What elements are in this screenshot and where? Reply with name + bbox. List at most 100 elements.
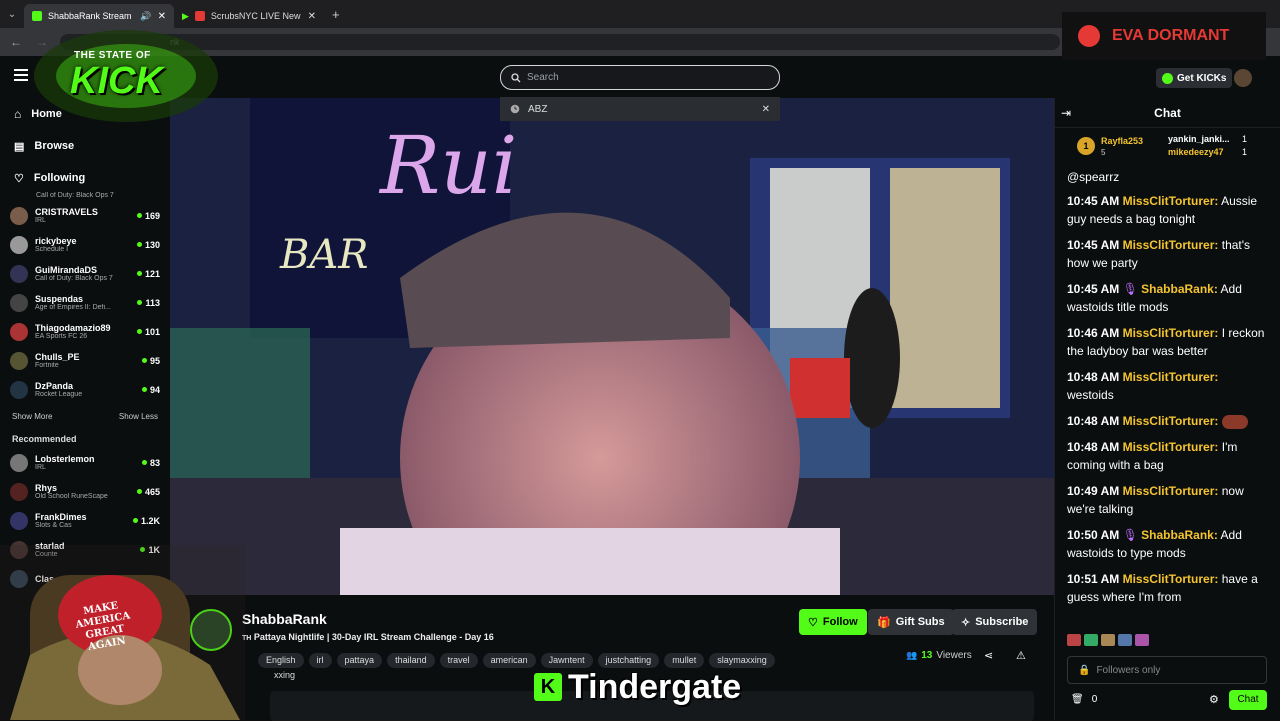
tab-label: ScrubsNYC LIVE New York C (210, 11, 302, 21)
get-kicks-button[interactable]: Get KICKs (1156, 68, 1233, 88)
channel-item[interactable]: DzPanda Rocket League 94 (0, 375, 170, 404)
state-of-kick-logo: THE STATE OF KICK (30, 22, 222, 124)
play-icon: ▶ (182, 10, 189, 21)
stream-tag[interactable]: English (258, 653, 304, 668)
channel-item[interactable]: rickybeye Schedule I 130 (0, 230, 170, 259)
message-username[interactable]: MissClitTorturer (1123, 238, 1215, 252)
message-colon: : (1214, 194, 1219, 208)
message-username[interactable]: ShabbaRank (1141, 282, 1214, 296)
points-value: 0 (1091, 694, 1098, 705)
emote-icon[interactable] (1118, 634, 1132, 646)
live-dot-icon (141, 358, 147, 363)
stream-title: Pattaya Nightlife | 30-Day IRL Stream Ch… (253, 632, 494, 642)
stream-tag[interactable]: irl (308, 653, 332, 668)
stream-tag[interactable]: justchatting (597, 653, 660, 668)
emote-icon[interactable] (1101, 634, 1115, 646)
emote-bar[interactable] (1067, 634, 1267, 646)
chat-settings-icon[interactable]: ⚙ (1209, 693, 1219, 706)
message-username[interactable]: MissClitTorturer (1123, 440, 1215, 454)
share-icon[interactable]: ⋖ (984, 649, 993, 662)
gifter-count: 1 (1242, 134, 1248, 144)
channel-item[interactable]: Lobsterlemon IRL 83 (0, 448, 170, 477)
points-indicator[interactable]: 🗑 0 (1071, 694, 1097, 705)
mic-badge-icon: 🎙 (1122, 282, 1138, 296)
gifter-name[interactable]: Rayfla253 (1101, 136, 1143, 146)
channel-info: CRISTRAVELS IRL (35, 207, 130, 224)
channel-name: Thiagodamazio89 (35, 323, 111, 333)
video-player[interactable]: Rui BAR (170, 98, 1054, 595)
channel-name: rickybeye (35, 236, 77, 246)
message-username[interactable]: MissClitTorturer (1123, 414, 1215, 428)
gift-subs-button[interactable]: 🎁 Gift Subs (868, 609, 954, 635)
channel-item[interactable]: Thiagodamazio89 EA Sports FC 26 101 (0, 317, 170, 346)
message-username[interactable]: MissClitTorturer (1123, 370, 1215, 384)
message-time: 10:46 AM (1067, 326, 1120, 340)
tab-close-icon[interactable]: ✕ (158, 11, 166, 22)
new-tab-button[interactable]: + (324, 7, 348, 22)
channel-viewers: 1.2K (132, 516, 160, 526)
search-placeholder: Search (527, 72, 559, 83)
channel-category: Schedule I (35, 246, 69, 253)
channel-item[interactable]: Suspendas Age of Empires II: Defi... 113 (0, 288, 170, 317)
message-username[interactable]: MissClitTorturer (1123, 194, 1215, 208)
viewer-count: 113 (145, 297, 160, 308)
search-input[interactable]: Search (500, 65, 780, 90)
remove-suggestion-icon[interactable]: ✕ (762, 104, 770, 115)
stream-tag[interactable]: mullet (664, 653, 705, 668)
webcam-overlay: MAKE AMERICA GREAT AGAIN (0, 545, 245, 720)
logo-main-text: KICK (70, 60, 163, 102)
kicks-coin-icon (1162, 72, 1173, 84)
chat-input[interactable]: 🔒 Followers only (1067, 656, 1267, 684)
stream-tag[interactable]: pattaya (336, 653, 383, 668)
sidebar-item-browse[interactable]: ▤ Browse (0, 130, 170, 162)
subscribe-button[interactable]: ✧ Subscribe (952, 609, 1038, 635)
follow-button[interactable]: ♡ Follow (799, 609, 867, 635)
channel-item[interactable]: CRISTRAVELS IRL 169 (0, 201, 170, 230)
channel-category: Fortnite (35, 362, 59, 369)
emote-icon[interactable] (1084, 634, 1098, 646)
gifter-name[interactable]: yankin_janki... (1168, 134, 1230, 144)
message-username[interactable]: MissClitTorturer (1123, 484, 1215, 498)
stream-tag[interactable]: Jawntent (540, 653, 593, 668)
channel-avatar (10, 293, 28, 312)
message-username[interactable]: MissClitTorturer (1123, 326, 1215, 340)
viewers-icon: 👥 (906, 650, 918, 660)
channel-name: Rhys (35, 483, 58, 493)
tab-close-icon[interactable]: ✕ (308, 11, 316, 22)
back-arrow-icon[interactable]: ← (10, 35, 22, 49)
show-less-button[interactable]: Show Less (119, 412, 158, 430)
streamer-name[interactable]: ShabbaRank (242, 611, 327, 627)
user-avatar[interactable] (1234, 69, 1252, 87)
channel-viewers: 95 (141, 356, 160, 366)
channel-info: Suspendas Age of Empires II: Defi... (35, 294, 130, 311)
channel-item[interactable]: GuiMirandaDS Call of Duty: Black Ops 7 121 (0, 259, 170, 288)
emote-icon[interactable] (1067, 634, 1081, 646)
stream-tag[interactable]: american (482, 653, 536, 668)
gifter-name[interactable]: mikedeezy47 (1168, 147, 1224, 157)
channel-category: Call of Duty: Black Ops 7 (35, 275, 113, 282)
kick-k-icon: K (534, 673, 562, 701)
hamburger-menu-icon[interactable] (14, 69, 28, 81)
search-suggestion-item[interactable]: ABZ ✕ (500, 97, 780, 121)
channel-item[interactable]: FrankDimes Slots & Cas 1.2K (0, 506, 170, 535)
report-icon[interactable]: ⚠ (1016, 649, 1026, 662)
tag-overflow[interactable]: xxing (274, 670, 295, 680)
channel-item[interactable]: Chulls_PE Fortnite 95 (0, 346, 170, 375)
message-username[interactable]: ShabbaRank (1141, 528, 1214, 542)
chat-message: 10:46 AM MissClitTorturer: I reckon the … (1055, 324, 1280, 360)
stream-tag[interactable]: travel (439, 653, 478, 668)
channel-info: DzPanda Rocket League (35, 381, 135, 398)
stream-tag[interactable]: slaymaxxing (709, 653, 775, 668)
message-username[interactable]: MissClitTorturer (1123, 572, 1215, 586)
send-chat-button[interactable]: Chat (1229, 690, 1267, 710)
lock-icon: 🔒 (1078, 664, 1091, 676)
speaker-icon[interactable]: 🔊 (140, 11, 151, 22)
sidebar-item-following[interactable]: ♡ Following (0, 162, 170, 194)
following-list: CRISTRAVELS IRL 169 rickybeye Schedule I 130 G… (0, 201, 170, 404)
tab-list-chevron-icon[interactable]: ⌄ (0, 9, 24, 20)
emote-icon[interactable] (1135, 634, 1149, 646)
show-more-button[interactable]: Show More (12, 412, 52, 430)
stream-tag[interactable]: thailand (387, 653, 435, 668)
channel-item[interactable]: Rhys Old School RuneScape 465 (0, 477, 170, 506)
collapse-chat-icon[interactable]: ⇥ (1061, 106, 1071, 120)
